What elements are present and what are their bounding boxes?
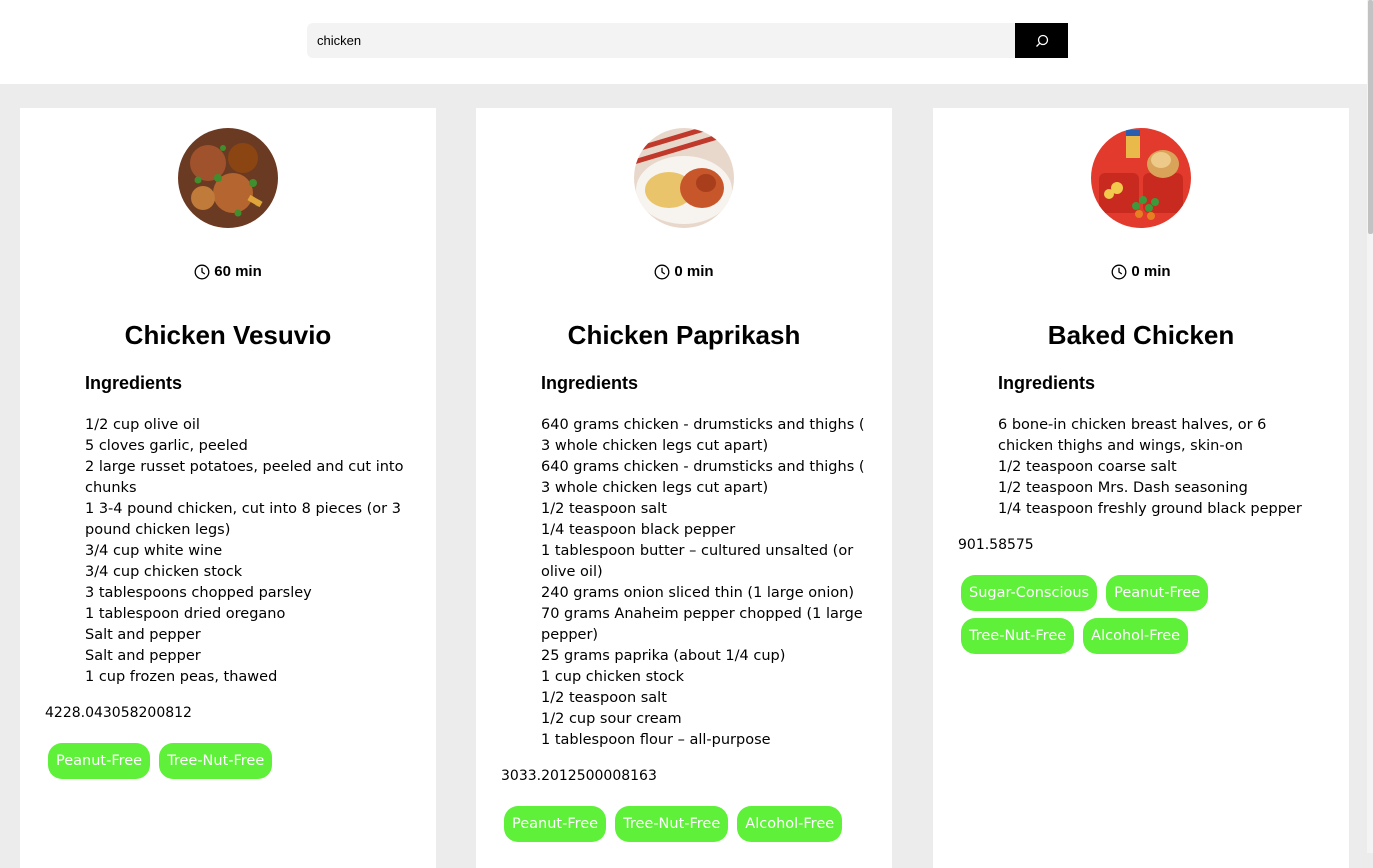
ingredient-item: 1 tablespoon butter – cultured unsalted …: [541, 543, 854, 580]
cook-time: 60 min: [20, 263, 436, 280]
search-input[interactable]: [307, 23, 1015, 58]
health-tag[interactable]: Peanut-Free: [1106, 575, 1209, 611]
recipe-image: [1091, 128, 1191, 228]
recipe-card[interactable]: 0 min Baked Chicken Ingredients 6 bone-i…: [933, 108, 1349, 868]
clock-icon: [194, 264, 210, 279]
ingredients-heading: Ingredients: [998, 373, 1096, 393]
ingredient-item: 3 tablespoons chopped parsley: [85, 585, 312, 601]
recipe-image: [634, 128, 734, 228]
health-tag[interactable]: Tree-Nut-Free: [615, 806, 729, 842]
ingredient-item: 1/2 teaspoon salt: [541, 690, 667, 706]
health-tag[interactable]: Alcohol-Free: [1083, 618, 1189, 654]
health-tag[interactable]: Peanut-Free: [504, 806, 607, 842]
health-tag[interactable]: Peanut-Free: [48, 743, 151, 779]
recipe-title: Chicken Vesuvio: [124, 320, 332, 350]
health-tags: Peanut-Free Tree-Nut-Free: [45, 743, 420, 779]
health-tag[interactable]: Alcohol-Free: [737, 806, 843, 842]
ingredient-item: 240 grams onion sliced thin (1 large oni…: [541, 585, 855, 601]
ingredients-list: 640 grams chicken - drumsticks and thigh…: [541, 415, 869, 751]
search-icon: [1035, 34, 1048, 47]
recipe-title: Baked Chicken: [1047, 320, 1235, 350]
recipe-title: Chicken Paprikash: [567, 320, 801, 350]
ingredient-item: 25 grams paprika (about 1/4 cup): [541, 648, 786, 664]
search-button[interactable]: [1015, 23, 1068, 58]
ingredients-list: 6 bone-in chicken breast halves, or 6 ch…: [998, 415, 1323, 520]
cook-time-text: 0 min: [674, 263, 714, 280]
ingredient-item: 2 large russet potatoes, peeled and cut …: [85, 459, 404, 496]
health-tag[interactable]: Sugar-Conscious: [961, 575, 1098, 611]
ingredients-heading: Ingredients: [85, 373, 183, 393]
ingredient-item: 640 grams chicken - drumsticks and thigh…: [541, 459, 865, 496]
ingredient-item: 1 cup chicken stock: [541, 669, 685, 685]
cook-time: 0 min: [933, 263, 1349, 280]
scrollbar-thumb[interactable]: [1368, 0, 1373, 234]
health-tag[interactable]: Tree-Nut-Free: [961, 618, 1075, 654]
clock-icon: [654, 264, 670, 279]
recipe-card[interactable]: 0 min Chicken Paprikash Ingredients 640 …: [476, 108, 892, 868]
ingredient-item: 70 grams Anaheim pepper chopped (1 large…: [541, 606, 863, 643]
ingredient-item: 1 tablespoon flour – all-purpose: [541, 732, 771, 748]
calories-value: 3033.2012500008163: [501, 768, 657, 784]
ingredient-item: 1/2 teaspoon coarse salt: [998, 459, 1177, 475]
ingredient-item: 1/2 teaspoon salt: [541, 501, 667, 517]
ingredient-item: 1/2 teaspoon Mrs. Dash seasoning: [998, 480, 1248, 496]
health-tag[interactable]: Tree-Nut-Free: [159, 743, 273, 779]
ingredient-item: 640 grams chicken - drumsticks and thigh…: [541, 417, 865, 454]
top-bar: [0, 0, 1373, 84]
recipe-card[interactable]: 60 min Chicken Vesuvio Ingredients 1/2 c…: [20, 108, 436, 868]
recipe-image: [178, 128, 278, 228]
ingredient-item: 1/2 cup olive oil: [85, 417, 200, 433]
clock-icon: [1111, 264, 1127, 279]
health-tags: Peanut-Free Tree-Nut-Free Alcohol-Free: [501, 806, 876, 842]
ingredient-item: 5 cloves garlic, peeled: [85, 438, 248, 454]
cook-time-text: 60 min: [214, 263, 262, 280]
ingredients-heading: Ingredients: [541, 373, 639, 393]
ingredient-item: 3/4 cup white wine: [85, 543, 223, 559]
health-tags: Sugar-Conscious Peanut-Free Tree-Nut-Fre…: [958, 575, 1218, 654]
ingredient-item: 1/4 teaspoon freshly ground black pepper: [998, 501, 1302, 517]
ingredient-item: Salt and pepper: [85, 627, 201, 643]
ingredient-item: 3/4 cup chicken stock: [85, 564, 243, 580]
ingredient-item: 1 3-4 pound chicken, cut into 8 pieces (…: [85, 501, 401, 538]
ingredients-list: 1/2 cup olive oil 5 cloves garlic, peele…: [85, 415, 405, 688]
ingredient-item: 1/4 teaspoon black pepper: [541, 522, 736, 538]
ingredient-item: Salt and pepper: [85, 648, 201, 664]
ingredient-item: 1 cup frozen peas, thawed: [85, 669, 278, 685]
cook-time-text: 0 min: [1131, 263, 1171, 280]
calories-value: 4228.043058200812: [45, 705, 192, 721]
ingredient-item: 1 tablespoon dried oregano: [85, 606, 286, 622]
cook-time: 0 min: [476, 263, 892, 280]
ingredient-item: 6 bone-in chicken breast halves, or 6 ch…: [998, 417, 1267, 454]
ingredient-item: 1/2 cup sour cream: [541, 711, 682, 727]
calories-value: 901.58575: [958, 537, 1034, 553]
